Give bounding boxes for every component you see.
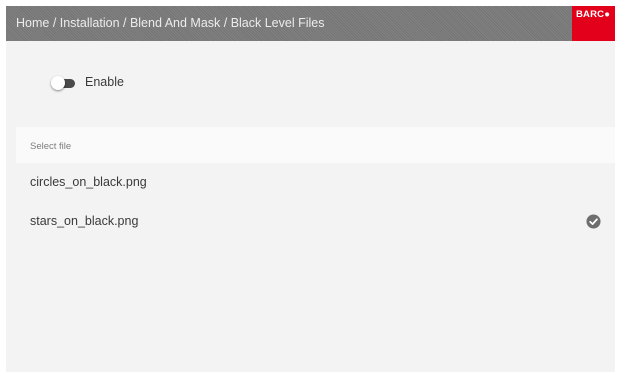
select-file-header: Select file: [16, 127, 615, 163]
app-screen: Home / Installation / Blend And Mask / B…: [6, 6, 615, 372]
select-file-label: Select file: [30, 141, 72, 152]
header-bar: Home / Installation / Blend And Mask / B…: [6, 6, 615, 41]
check-circle-icon: [586, 214, 601, 229]
barco-logo: BARC●: [572, 6, 615, 41]
enable-toggle[interactable]: [51, 76, 77, 90]
file-item-stars[interactable]: stars_on_black.png: [16, 204, 615, 240]
logo-text: BARC●: [576, 9, 611, 20]
file-name: circles_on_black.png: [30, 175, 147, 189]
file-name: stars_on_black.png: [30, 214, 139, 228]
enable-label: Enable: [85, 75, 124, 89]
file-item-circles[interactable]: circles_on_black.png: [16, 165, 615, 201]
breadcrumb: Home / Installation / Blend And Mask / B…: [16, 16, 325, 30]
toggle-knob: [51, 76, 65, 90]
